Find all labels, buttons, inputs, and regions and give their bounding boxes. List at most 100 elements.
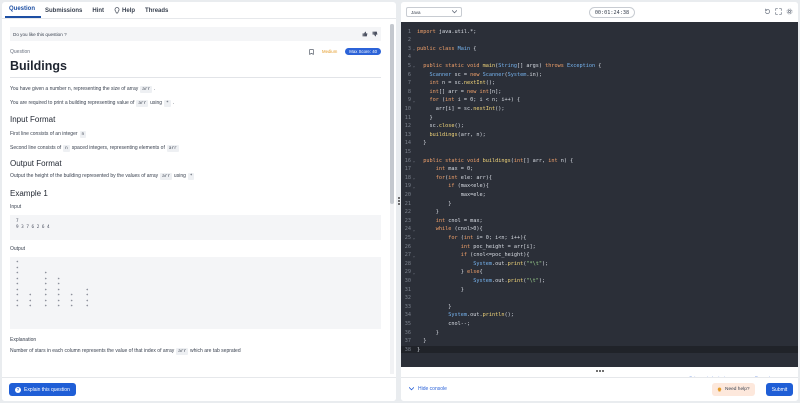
line-number: 9 bbox=[407, 97, 411, 104]
line-number: 37 bbox=[404, 338, 411, 345]
code-line[interactable]: 36 } bbox=[401, 329, 798, 336]
code-text: for (int i= 0; i<n; i++){ bbox=[448, 234, 527, 241]
example-output-box: * * * * * * * * * * * * * * * * * * * * … bbox=[10, 257, 381, 329]
code-line[interactable]: 16 ⌄ public static void buildings(int[] a… bbox=[401, 157, 798, 164]
gear-icon[interactable] bbox=[786, 8, 793, 15]
explanation-line: Number of stars in each column represent… bbox=[10, 348, 241, 355]
code-text: for (int i = 0; i < n; i++) { bbox=[429, 97, 521, 104]
code-line[interactable]: 9 ⌄ for (int i = 0; i < n; i++) { bbox=[401, 97, 798, 104]
line-number: 7 bbox=[407, 80, 411, 87]
fullscreen-icon[interactable] bbox=[775, 8, 782, 15]
code-line[interactable]: 28 System.out.print("*\t"); bbox=[401, 260, 798, 267]
example-input-label: Input bbox=[10, 204, 22, 210]
divider bbox=[10, 77, 381, 78]
code-text: System.out.print("\t"); bbox=[473, 277, 546, 284]
problem-line-2: You are required to print a building rep… bbox=[10, 100, 175, 107]
code-line[interactable]: 35 cnol--; bbox=[401, 320, 798, 327]
example-heading: Example 1 bbox=[10, 189, 48, 198]
explain-question-button[interactable]: ? Explain this question bbox=[9, 383, 76, 396]
code-line[interactable]: 23 int cnol = max; bbox=[401, 217, 798, 224]
code-line[interactable]: 25 ⌄ for (int i= 0; i<n; i++){ bbox=[401, 234, 798, 241]
question-header: Question Medium Max Score: 40 bbox=[10, 47, 381, 56]
line-number: 15 bbox=[404, 148, 411, 155]
tab-help[interactable]: Help bbox=[110, 7, 141, 18]
tab-threads[interactable]: Threads bbox=[141, 8, 174, 18]
code-text: int max = 0; bbox=[435, 166, 474, 173]
feedback-row: Do you like this question ? bbox=[10, 27, 381, 41]
line-number: 6 bbox=[407, 71, 411, 78]
code-line[interactable]: 27 ⌄ if (cnol<=poc_height){ bbox=[401, 252, 798, 259]
app-root: Question Submissions Hint Help Threads D… bbox=[0, 0, 800, 403]
line-number: 32 bbox=[404, 295, 411, 302]
line-number: 38 bbox=[404, 346, 411, 353]
code-line[interactable]: 31 } bbox=[401, 286, 798, 293]
hide-console-toggle[interactable]: Hide console bbox=[409, 386, 447, 392]
line-number: 20 bbox=[404, 191, 411, 198]
code-line[interactable]: 18 ⌄ for(int ele: arr){ bbox=[401, 174, 798, 181]
code-text: cnol--; bbox=[417, 320, 471, 327]
tab-hint[interactable]: Hint bbox=[88, 8, 110, 18]
code-line[interactable]: 2 bbox=[401, 37, 798, 44]
code-line[interactable]: 4 bbox=[401, 54, 798, 61]
thumbs-down-icon[interactable] bbox=[372, 31, 378, 37]
code-line[interactable]: 7 int n = sc.nextInt(); bbox=[401, 80, 798, 87]
tab-submissions[interactable]: Submissions bbox=[41, 8, 88, 18]
code-line[interactable]: 14 } bbox=[401, 140, 798, 147]
code-text: int[] arr = new int[n]; bbox=[429, 88, 502, 95]
question-scrollbar[interactable] bbox=[390, 24, 394, 374]
code-line[interactable]: 3 ⌄ public class Main { bbox=[401, 45, 798, 52]
reset-icon[interactable] bbox=[764, 8, 771, 15]
line-number: 8 bbox=[407, 88, 411, 95]
output-format-line: Output the height of the building repres… bbox=[10, 173, 195, 180]
code-line[interactable]: 1 import java.util.*; bbox=[401, 28, 798, 35]
code-text: Scanner sc = new Scanner(System.in); bbox=[429, 71, 543, 78]
code-line[interactable]: 19 ⌄ if (max<ele){ bbox=[401, 183, 798, 190]
timer: 00:01:24:38 bbox=[589, 7, 635, 18]
chevron-down-icon bbox=[452, 10, 457, 14]
problem-line-1: You have given a number n, representing … bbox=[10, 86, 156, 93]
line-number: 2 bbox=[407, 37, 411, 44]
need-help-button[interactable]: Need help? bbox=[712, 383, 755, 396]
code-text: arr[i] = sc.nextInt(); bbox=[417, 105, 505, 112]
code-line[interactable]: 30 System.out.print("\t"); bbox=[401, 277, 798, 284]
code-line[interactable]: 33 } bbox=[401, 303, 798, 310]
bookmark-icon[interactable] bbox=[309, 48, 314, 55]
panel-resize-handle[interactable] bbox=[397, 196, 400, 208]
submit-button[interactable]: Submit bbox=[766, 383, 793, 396]
line-number: 36 bbox=[404, 329, 411, 336]
code-line[interactable]: 24 ⌄ while (cnol>0){ bbox=[401, 226, 798, 233]
explanation-label: Explanation bbox=[10, 337, 37, 343]
code-line[interactable]: 13 buildings(arr, n); bbox=[401, 131, 798, 138]
code-line[interactable]: 8 int[] arr = new int[n]; bbox=[401, 88, 798, 95]
code-line[interactable]: 17 int max = 0; bbox=[401, 166, 798, 173]
code-line[interactable]: 11 } bbox=[401, 114, 798, 121]
question-panel: Question Submissions Hint Help Threads D… bbox=[2, 2, 396, 401]
code-line[interactable]: 29 ⌄ } else{ bbox=[401, 269, 798, 276]
code-line[interactable]: 15 bbox=[401, 148, 798, 155]
code-line[interactable]: 5 ⌄ public static void main(String[] args… bbox=[401, 62, 798, 69]
code-line[interactable]: 22 } bbox=[401, 209, 798, 216]
tab-question[interactable]: Question bbox=[5, 6, 42, 18]
code-line[interactable]: 34 System.out.println(); bbox=[401, 312, 798, 319]
scrollbar-thumb[interactable] bbox=[390, 24, 394, 204]
code-line[interactable]: 20 max=ele; bbox=[401, 191, 798, 198]
line-number: 1 bbox=[407, 28, 411, 35]
question-footer: ? Explain this question bbox=[2, 377, 396, 401]
code-editor[interactable]: 1 import java.util.*; 2 3 ⌄ public class Main… bbox=[401, 22, 798, 367]
code-line[interactable]: 37 } bbox=[401, 338, 798, 345]
code-line[interactable]: 21 } bbox=[401, 200, 798, 207]
code-line[interactable]: 12 sc.close(); bbox=[401, 123, 798, 130]
language-select[interactable]: Java bbox=[406, 7, 462, 17]
code-line[interactable]: 6 Scanner sc = new Scanner(System.in); bbox=[401, 71, 798, 78]
code-line[interactable]: 38} bbox=[401, 346, 798, 354]
code-text: } bbox=[417, 329, 439, 336]
thumbs-up-icon[interactable] bbox=[362, 31, 368, 37]
code-line[interactable]: 26 int poc_height = arr[i]; bbox=[401, 243, 798, 250]
editor-toolbar: Java 00:01:24:38 bbox=[401, 2, 798, 22]
code-text: if (cnol<=poc_height){ bbox=[460, 252, 530, 259]
code-line[interactable]: 32 bbox=[401, 295, 798, 302]
console-resize-handle[interactable] bbox=[596, 370, 606, 373]
code-line[interactable]: 10 arr[i] = sc.nextInt(); bbox=[401, 105, 798, 112]
lightbulb-icon bbox=[717, 386, 722, 391]
line-number: 23 bbox=[404, 217, 411, 224]
